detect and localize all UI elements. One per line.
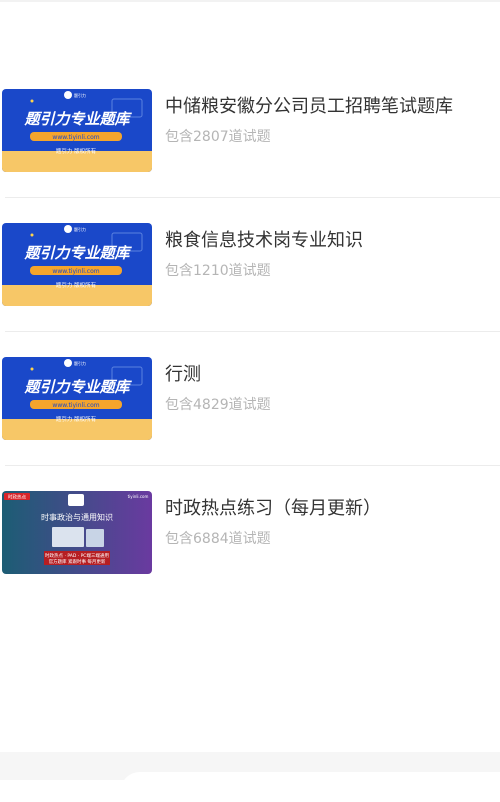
svg-text:时事政治与通用知识: 时事政治与通用知识 bbox=[41, 512, 113, 522]
svg-text:www.tiyinli.com: www.tiyinli.com bbox=[52, 268, 99, 275]
brand-thumbnail: 题引力 题引力专业题库 www.tiyinli.com 题引力 版权所有 bbox=[2, 89, 152, 172]
item-question-count: 包含6884道试题 bbox=[165, 531, 271, 547]
brand-thumbnail: 题引力 题引力专业题库 www.tiyinli.com 题引力 版权所有 bbox=[2, 357, 152, 440]
svg-text:题引力专业题库: 题引力专业题库 bbox=[23, 110, 132, 128]
news-thumbnail: 时政热点 tiyinli.com 时事政治与通用知识 时政热点 · PAD · … bbox=[2, 491, 152, 574]
list-item[interactable]: 时政热点 tiyinli.com 时事政治与通用知识 时政热点 · PAD · … bbox=[0, 466, 500, 600]
svg-text:www.tiyinli.com: www.tiyinli.com bbox=[52, 402, 99, 409]
list-item[interactable]: 题引力 题引力专业题库 www.tiyinli.com 题引力 版权所有 行测 … bbox=[0, 332, 500, 466]
bottom-bar bbox=[0, 752, 500, 802]
svg-text:www.tiyinli.com: www.tiyinli.com bbox=[52, 134, 99, 141]
item-question-count: 包含1210道试题 bbox=[165, 263, 271, 279]
svg-text:时政热点: 时政热点 bbox=[8, 494, 26, 501]
svg-text:题引力: 题引力 bbox=[74, 226, 86, 232]
svg-text:题引力 版权所有: 题引力 版权所有 bbox=[56, 147, 97, 155]
question-bank-list: 题引力 题引力专业题库 www.tiyinli.com 题引力 版权所有 中储粮… bbox=[0, 64, 500, 600]
list-item[interactable]: 题引力 题引力专业题库 www.tiyinli.com 题引力 版权所有 粮食信… bbox=[0, 198, 500, 332]
item-title: 时政热点练习（每月更新） bbox=[165, 498, 381, 519]
svg-text:tiyinli.com: tiyinli.com bbox=[128, 494, 149, 499]
list-item[interactable]: 题引力 题引力专业题库 www.tiyinli.com 题引力 版权所有 中储粮… bbox=[0, 64, 500, 198]
item-title: 粮食信息技术岗专业知识 bbox=[165, 230, 363, 251]
svg-text:时政热点 · PAD · PC端三端通用: 时政热点 · PAD · PC端三端通用 bbox=[45, 552, 109, 559]
item-title: 中储粮安徽分公司员工招聘笔试题库 bbox=[165, 96, 453, 117]
item-question-count: 包含4829道试题 bbox=[165, 397, 271, 413]
item-title: 行测 bbox=[165, 364, 201, 385]
svg-text:题引力 版权所有: 题引力 版权所有 bbox=[56, 415, 97, 423]
svg-text:题引力: 题引力 bbox=[74, 360, 86, 366]
item-question-count: 包含2807道试题 bbox=[165, 129, 271, 145]
svg-text:题引力: 题引力 bbox=[74, 92, 86, 98]
brand-thumbnail: 题引力 题引力专业题库 www.tiyinli.com 题引力 版权所有 bbox=[2, 223, 152, 306]
svg-text:题引力专业题库: 题引力专业题库 bbox=[23, 244, 132, 262]
top-divider bbox=[0, 0, 500, 2]
bottom-panel-edge bbox=[120, 772, 500, 802]
svg-text:题引力 版权所有: 题引力 版权所有 bbox=[56, 281, 97, 289]
svg-text:官方题库 紧跟时事 每月更新: 官方题库 紧跟时事 每月更新 bbox=[49, 558, 106, 565]
svg-text:题引力专业题库: 题引力专业题库 bbox=[23, 378, 132, 396]
